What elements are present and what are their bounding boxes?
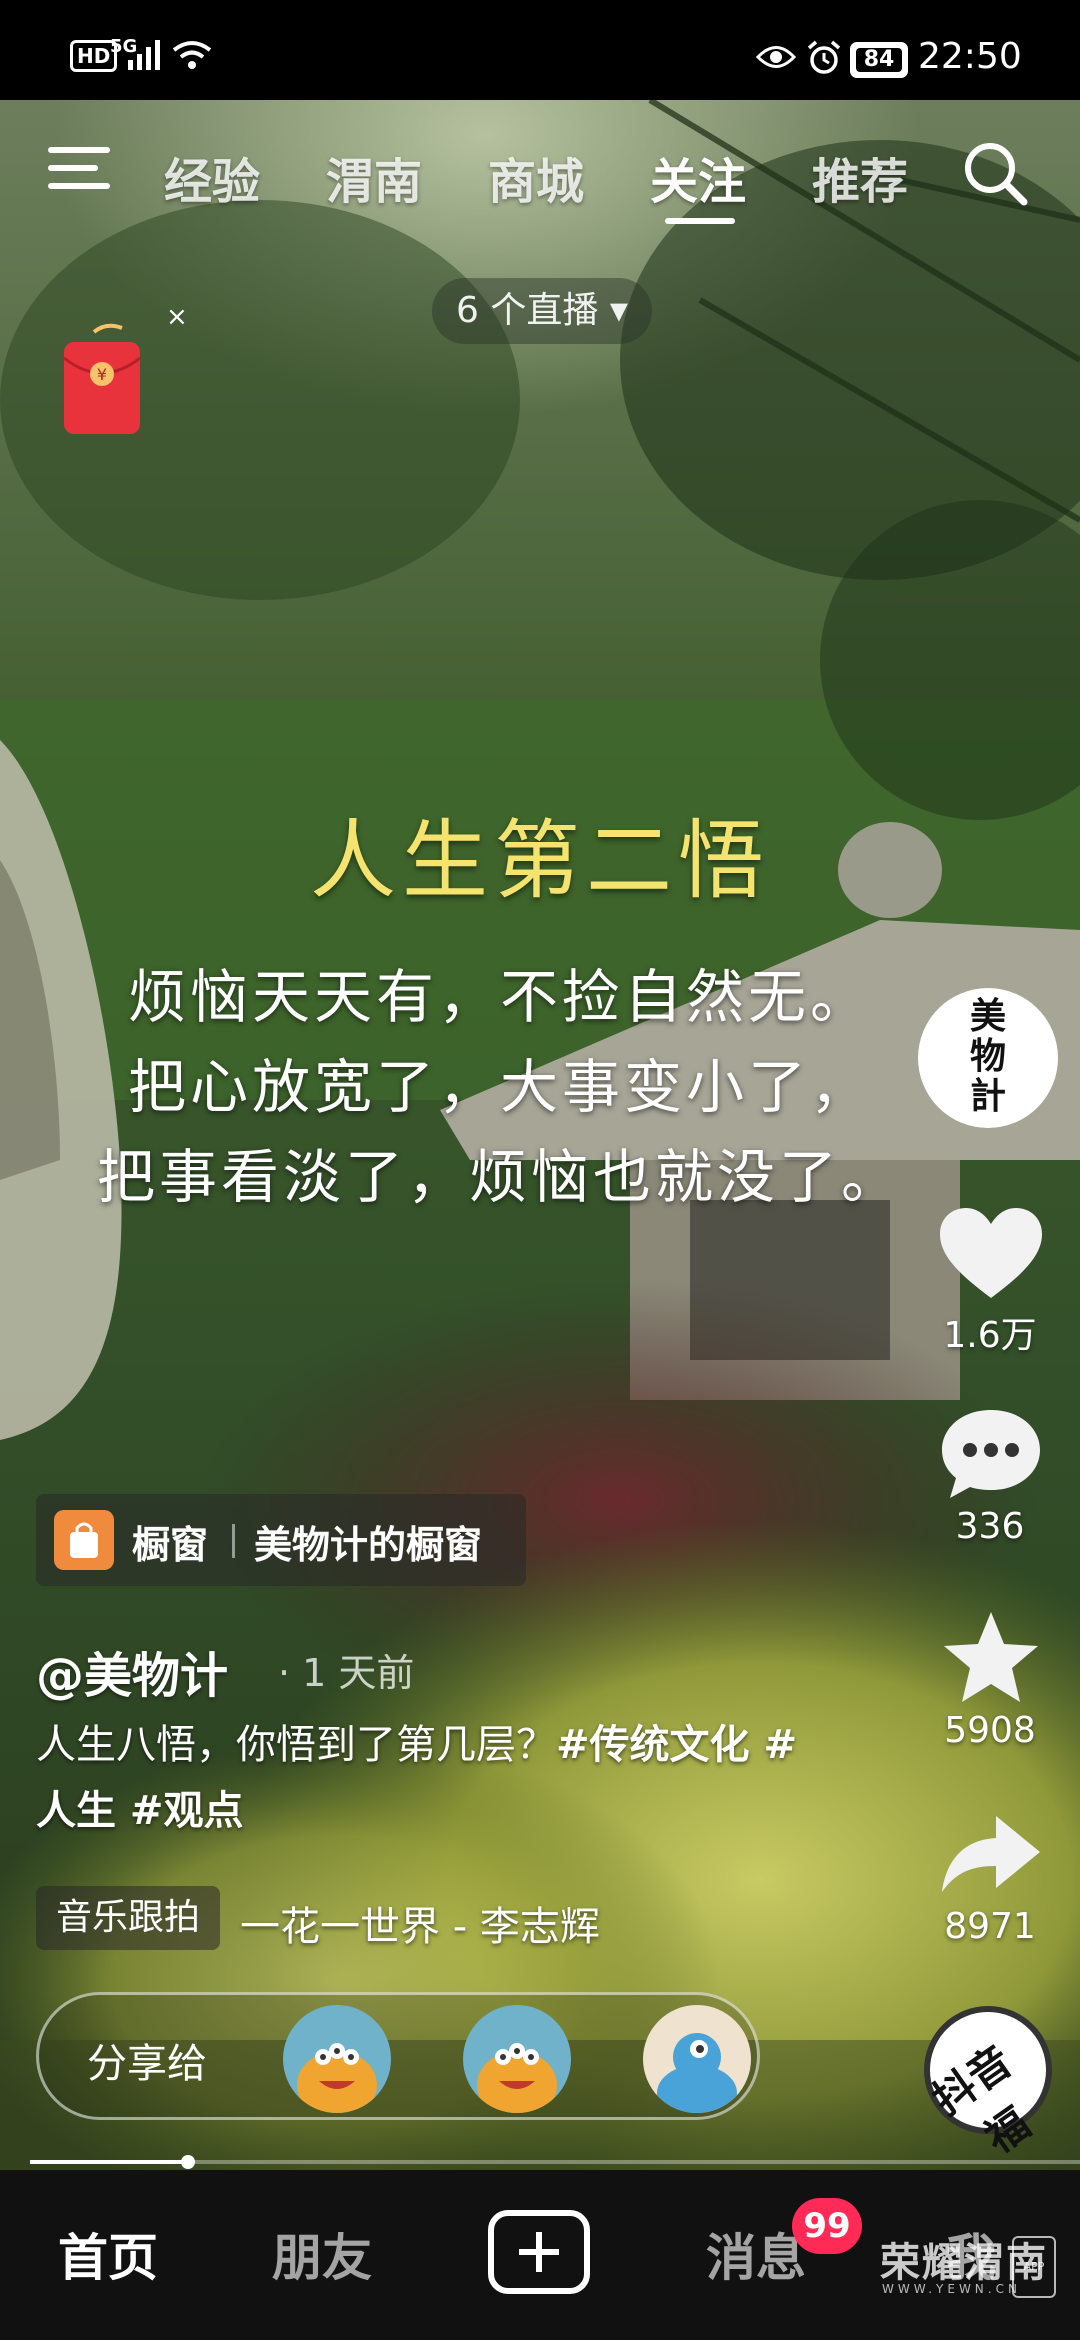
live-streams-dropdown[interactable]: 6 个直播 ▾ [432, 278, 652, 344]
divider [232, 1524, 235, 1558]
active-tab-indicator [665, 218, 735, 224]
battery-level: 84 [856, 48, 902, 72]
author-name[interactable]: @美物计 [36, 1636, 228, 1706]
comment-count: 336 [955, 1506, 1025, 1547]
favorite-star-icon[interactable] [936, 1608, 1046, 1708]
post-description[interactable]: 人生八悟，你悟到了第几层？#传统文化 #人生 #观点 [36, 1712, 806, 1844]
bottom-nav: 首页 朋友 消息 99 我 荣耀渭南 WWW.YEWN.CN APP [0, 2170, 1080, 2340]
plus-icon [519, 2232, 559, 2272]
like-count: 1.6万 [943, 1315, 1037, 1356]
create-post-button[interactable] [488, 2210, 590, 2294]
comment-icon[interactable] [936, 1404, 1046, 1504]
red-envelope-icon[interactable]: ¥ [62, 318, 142, 436]
shopping-bag-icon [54, 1510, 114, 1570]
chevron-down-icon: ▾ [609, 290, 628, 331]
video-line-2: 把心放宽了，大事变小了， [127, 1053, 872, 1121]
watermark: 荣耀渭南 WWW.YEWN.CN APP [880, 2230, 1080, 2310]
tab-weinan[interactable]: 渭南 [326, 142, 422, 212]
clock: 22:50 [918, 36, 1022, 77]
music-title[interactable]: 一花一世界 - 李志辉 [240, 1894, 600, 1952]
alarm-icon [807, 40, 841, 74]
like-icon[interactable] [936, 1206, 1046, 1306]
watermark-app-icon: APP [1012, 2236, 1056, 2298]
favorite-count: 5908 [944, 1710, 1036, 1751]
tab-recommended[interactable]: 推荐 [812, 142, 908, 212]
close-icon[interactable]: × [166, 302, 188, 332]
video-title: 人生第二悟 [310, 811, 770, 911]
battery-icon: 84 [850, 42, 908, 78]
author-avatar[interactable]: 美物計 [918, 988, 1058, 1128]
top-nav: 经验 渭南 商城 关注 推荐 [0, 110, 1080, 230]
eye-comfort-icon [756, 46, 796, 68]
video-line-1: 烦恼天天有，不捡自然无。 [127, 963, 872, 1031]
watermark-subtext: WWW.YEWN.CN [882, 2282, 1021, 2296]
search-icon[interactable] [960, 138, 1030, 208]
nav-home[interactable]: 首页 [58, 2218, 158, 2290]
share-arrow-icon[interactable] [936, 1806, 1046, 1906]
tab-mall[interactable]: 商城 [488, 142, 584, 212]
status-bar: HD 5G 84 22:50 [0, 0, 1080, 100]
video-progress-bar[interactable] [30, 2155, 1080, 2169]
share-count: 8971 [944, 1906, 1036, 1947]
unread-badge: 99 [792, 2198, 862, 2254]
live-streams-label: 6 个直播 [456, 290, 599, 331]
avatar-text: 美物計 [969, 995, 1006, 1117]
progress-thumb[interactable] [180, 2155, 195, 2169]
nav-messages[interactable]: 消息 [706, 2218, 806, 2290]
music-follow-shoot-chip[interactable]: 音乐跟拍 [36, 1886, 220, 1950]
shop-window-chip[interactable]: 橱窗 美物计的橱窗 [36, 1494, 526, 1586]
shop-window-name: 美物计的橱窗 [254, 1523, 483, 1567]
tab-following[interactable]: 关注 [650, 142, 746, 212]
share-to-friends-bar: 分享给 [36, 1992, 760, 2120]
description-text: 人生八悟，你悟到了第几层？ [36, 1722, 556, 1768]
video-line-3: 把事看淡了，烦恼也就没了。 [96, 1143, 903, 1211]
nav-friends[interactable]: 朋友 [272, 2218, 372, 2290]
friend-avatar[interactable] [463, 2005, 571, 2113]
wifi-icon [172, 41, 212, 69]
friend-avatar[interactable] [283, 2005, 391, 2113]
music-disc[interactable]: 抖音福 [924, 2006, 1052, 2163]
shop-window-label: 橱窗 [132, 1523, 209, 1567]
tab-experience[interactable]: 经验 [164, 142, 260, 212]
friend-avatar[interactable] [643, 2005, 751, 2113]
signal-icon [128, 40, 160, 70]
share-label: 分享给 [87, 2041, 207, 2087]
red-envelope-symbol: ¥ [97, 365, 107, 384]
progress-fill [30, 2160, 188, 2164]
post-time: · 1 天前 [278, 1651, 415, 1695]
